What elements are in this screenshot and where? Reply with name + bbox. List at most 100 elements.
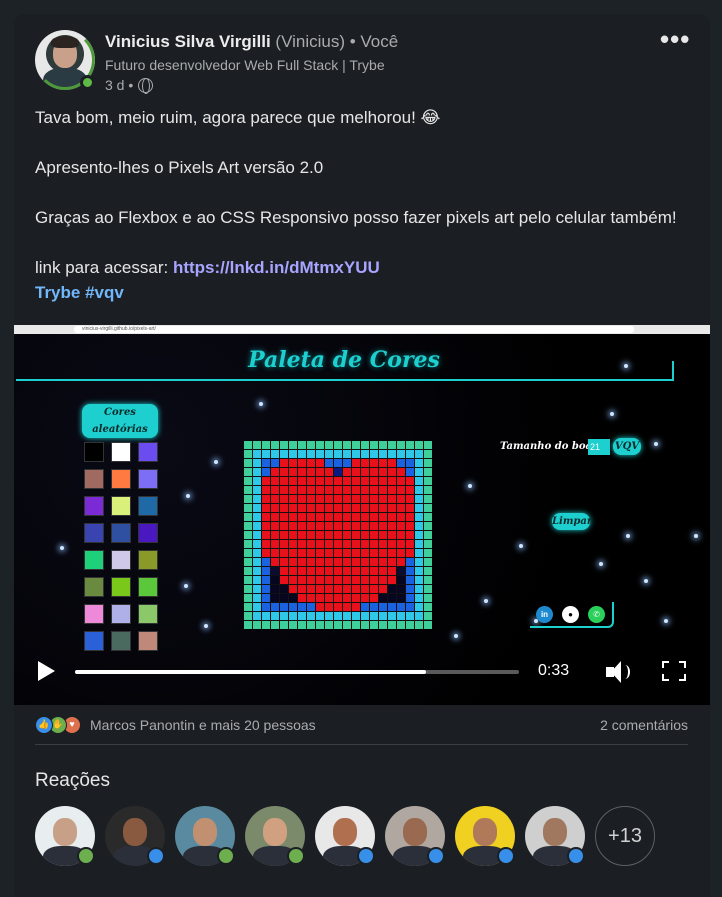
pixel bbox=[424, 621, 432, 629]
comments-count[interactable]: 2 comentários bbox=[600, 717, 688, 733]
pixel bbox=[289, 558, 297, 566]
online-status-icon bbox=[80, 75, 95, 90]
pixel bbox=[289, 594, 297, 602]
pixel bbox=[289, 612, 297, 620]
pixel bbox=[415, 531, 423, 539]
pixel bbox=[361, 468, 369, 476]
pixel bbox=[280, 522, 288, 530]
color-swatch bbox=[111, 577, 131, 597]
support-icon bbox=[287, 847, 305, 865]
pixel bbox=[370, 567, 378, 575]
pixel bbox=[388, 576, 396, 584]
pixel bbox=[334, 567, 342, 575]
pixel bbox=[352, 459, 360, 467]
post-line-1: Tava bom, meio ruim, agora parece que me… bbox=[35, 108, 441, 127]
pixel bbox=[262, 441, 270, 449]
post-line-3: Graças ao Flexbox e ao CSS Responsivo po… bbox=[35, 208, 677, 227]
pixel bbox=[316, 531, 324, 539]
pixel bbox=[406, 576, 414, 584]
video-browser-url: vinicius-virgilli.github.io/pixels-art/ bbox=[74, 326, 634, 333]
pixel bbox=[271, 531, 279, 539]
color-swatch bbox=[84, 577, 104, 597]
pixel bbox=[397, 486, 405, 494]
pixel bbox=[316, 459, 324, 467]
post-link[interactable]: https://lnkd.in/dMtmxYUU bbox=[173, 258, 380, 277]
pixel bbox=[334, 459, 342, 467]
play-icon[interactable] bbox=[38, 661, 55, 681]
volume-icon[interactable] bbox=[606, 661, 632, 683]
pixel bbox=[424, 576, 432, 584]
pixel bbox=[325, 585, 333, 593]
pixel bbox=[244, 576, 252, 584]
pixel bbox=[316, 468, 324, 476]
progress-fill bbox=[75, 670, 426, 674]
pixel bbox=[280, 585, 288, 593]
pixel bbox=[361, 585, 369, 593]
pixel bbox=[334, 540, 342, 548]
pixel bbox=[406, 540, 414, 548]
fullscreen-icon[interactable] bbox=[662, 661, 686, 681]
pixel bbox=[379, 603, 387, 611]
pixel bbox=[397, 477, 405, 485]
pixel bbox=[262, 477, 270, 485]
pixel bbox=[424, 504, 432, 512]
pixel bbox=[325, 495, 333, 503]
author-name[interactable]: Vinicius Silva Virgilli (Vinicius) • Voc… bbox=[105, 32, 398, 52]
pixel bbox=[307, 621, 315, 629]
reactions-text[interactable]: Marcos Panontin e mais 20 pessoas bbox=[90, 717, 316, 733]
pixel bbox=[316, 495, 324, 503]
pixel bbox=[361, 603, 369, 611]
pixel bbox=[406, 549, 414, 557]
pixel bbox=[316, 567, 324, 575]
star-decoration bbox=[654, 442, 658, 446]
pixel bbox=[316, 576, 324, 584]
post-hashtags[interactable]: Trybe #vqv bbox=[35, 283, 124, 303]
pixel bbox=[289, 504, 297, 512]
pixel bbox=[406, 594, 414, 602]
pixel bbox=[262, 495, 270, 503]
pixel bbox=[343, 486, 351, 494]
pixel bbox=[307, 567, 315, 575]
pixel bbox=[343, 594, 351, 602]
github-icon: ● bbox=[562, 605, 579, 623]
pixel bbox=[361, 567, 369, 575]
pixel bbox=[307, 585, 315, 593]
pixel bbox=[397, 621, 405, 629]
author-name-text[interactable]: Vinicius Silva Virgilli bbox=[105, 32, 271, 51]
pixel bbox=[280, 513, 288, 521]
pixel bbox=[244, 441, 252, 449]
pixel bbox=[352, 567, 360, 575]
pixel bbox=[406, 612, 414, 620]
pixel bbox=[379, 558, 387, 566]
pixel bbox=[388, 558, 396, 566]
pixel bbox=[352, 495, 360, 503]
pixel bbox=[334, 549, 342, 557]
pixel bbox=[343, 558, 351, 566]
pixel bbox=[343, 504, 351, 512]
clear-button: Limpar bbox=[552, 513, 592, 530]
pixel bbox=[289, 567, 297, 575]
pixel bbox=[406, 495, 414, 503]
pixel bbox=[316, 441, 324, 449]
pixel bbox=[424, 486, 432, 494]
color-swatch bbox=[138, 523, 158, 543]
like-icon bbox=[497, 847, 515, 865]
pixel bbox=[334, 468, 342, 476]
pixel bbox=[325, 504, 333, 512]
progress-bar[interactable] bbox=[75, 670, 519, 674]
more-options-icon[interactable]: ••• bbox=[660, 24, 690, 55]
pixel bbox=[244, 585, 252, 593]
pixel bbox=[343, 567, 351, 575]
pixel bbox=[298, 567, 306, 575]
support-icon bbox=[217, 847, 235, 865]
pixel bbox=[388, 450, 396, 458]
pixel bbox=[406, 486, 414, 494]
social-links: in ● ✆ bbox=[530, 602, 614, 628]
pixel bbox=[397, 603, 405, 611]
pixel bbox=[262, 558, 270, 566]
reactions-summary[interactable]: 👍 ✋ ♥ Marcos Panontin e mais 20 pessoas … bbox=[35, 716, 688, 736]
video-player[interactable]: vinicius-virgilli.github.io/pixels-art/ … bbox=[14, 325, 710, 705]
more-reactors-button[interactable]: +13 bbox=[595, 806, 655, 866]
pixel bbox=[253, 549, 261, 557]
star-decoration bbox=[644, 579, 648, 583]
